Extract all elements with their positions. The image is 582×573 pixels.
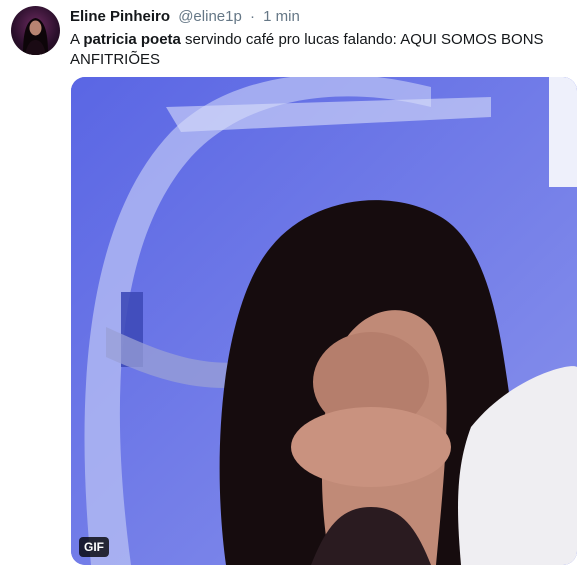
tweet-header: Eline Pinheiro @eline1p · 1 min — [70, 8, 300, 26]
gif-media[interactable]: GIF — [71, 77, 577, 565]
tweet-text-bold: patricia poeta — [83, 31, 181, 48]
tweet[interactable]: Eline Pinheiro @eline1p · 1 min A patric… — [0, 0, 582, 573]
gif-frame — [71, 77, 577, 565]
avatar-image — [23, 18, 48, 55]
separator-dot: · — [249, 8, 255, 25]
timestamp[interactable]: 1 min — [263, 8, 300, 25]
tweet-text: A patricia poeta servindo café pro lucas… — [70, 30, 560, 70]
author-name[interactable]: Eline Pinheiro — [70, 8, 170, 25]
gif-badge: GIF — [79, 537, 109, 557]
author-handle[interactable]: @eline1p — [178, 8, 242, 25]
avatar[interactable] — [11, 6, 60, 55]
tweet-text-prefix: A — [70, 31, 84, 48]
